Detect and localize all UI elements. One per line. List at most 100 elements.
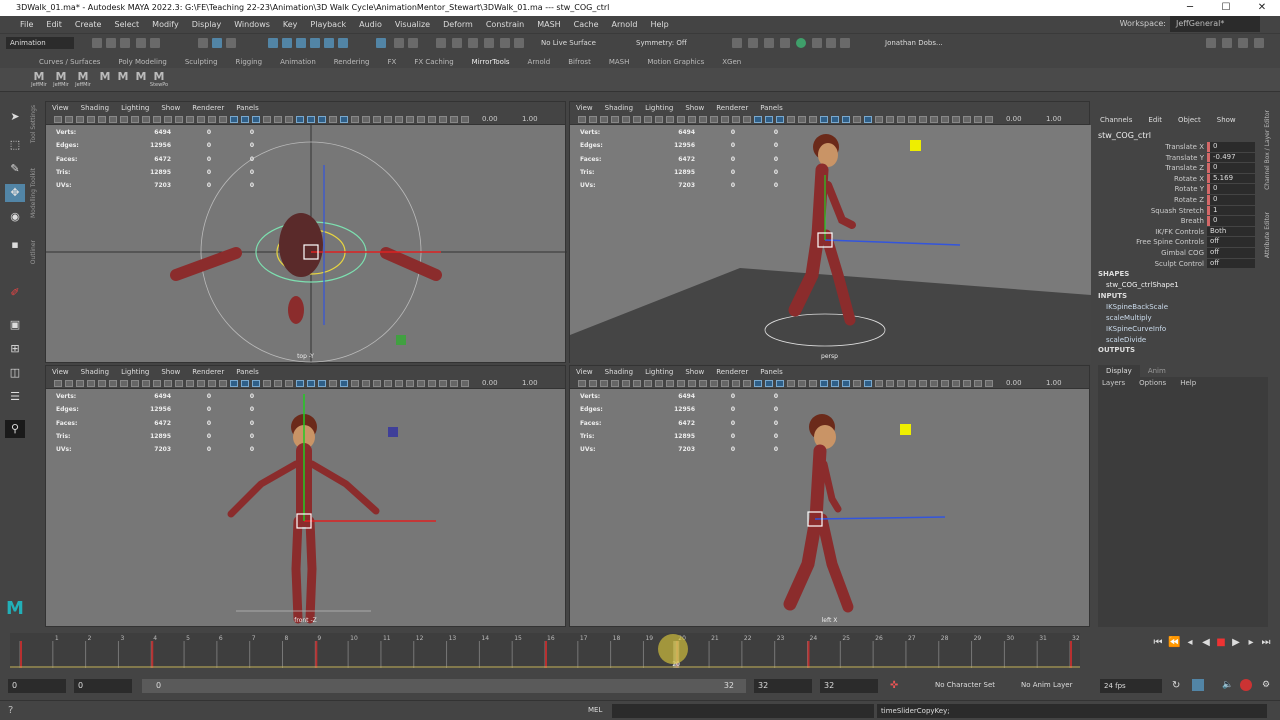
time-slider[interactable]: 1234567891011121314151617181920212223242… xyxy=(0,628,1280,670)
viewport-tool-icon[interactable] xyxy=(197,380,205,387)
viewport-tool-icon[interactable] xyxy=(842,380,850,387)
channel-value[interactable]: 5.169 xyxy=(1207,173,1255,184)
viewport-tool-icon[interactable] xyxy=(655,380,663,387)
menu-mash[interactable]: MASH xyxy=(537,20,560,29)
viewport-tool-icon[interactable] xyxy=(208,380,216,387)
snap-view-plane-icon[interactable] xyxy=(324,38,334,48)
viewport-tool-icon[interactable] xyxy=(285,380,293,387)
viewport-tool-icon[interactable] xyxy=(362,116,370,123)
shelf-mirror-tool-1[interactable]: M JeffMir xyxy=(28,71,50,88)
vp-menu-shading[interactable]: Shading xyxy=(81,366,109,378)
key-mode-icon[interactable] xyxy=(1240,679,1252,691)
viewport-tool-icon[interactable] xyxy=(230,116,238,123)
redo-icon[interactable] xyxy=(150,38,160,48)
shelf-tab-fx-caching[interactable]: FX Caching xyxy=(405,56,462,68)
channel-value[interactable]: 0 xyxy=(1207,163,1255,173)
viewport-tool-icon[interactable] xyxy=(963,116,971,123)
viewport-tool-icon[interactable] xyxy=(98,116,106,123)
viewport-tool-icon[interactable] xyxy=(461,380,469,387)
select-object-icon[interactable] xyxy=(212,38,222,48)
show-manipulator-icon[interactable]: ✐ xyxy=(5,284,25,302)
viewport-tool-icon[interactable] xyxy=(677,380,685,387)
viewport-tool-icon[interactable] xyxy=(307,380,315,387)
render-sequence-icon[interactable] xyxy=(452,38,462,48)
cb-menu-show[interactable]: Show xyxy=(1217,116,1236,124)
viewport-tool-icon[interactable] xyxy=(76,116,84,123)
shape-node[interactable]: stw_COG_ctrlShape1 xyxy=(1106,281,1179,289)
shelf-tab-xgen[interactable]: XGen xyxy=(713,56,750,68)
viewport-tool-icon[interactable] xyxy=(296,116,304,123)
layer-menu-layers[interactable]: Layers xyxy=(1102,379,1125,387)
shelf-mirror-tool-2[interactable]: M JeffMir xyxy=(50,71,72,88)
viewport-tool-icon[interactable] xyxy=(930,380,938,387)
viewport-canvas[interactable]: Verts: 6494 0 0 Edges: 12956 0 0 Faces: 6472 0 0 … xyxy=(46,389,565,628)
shelf-mirror-tool-3[interactable]: M JeffMir xyxy=(72,71,94,88)
cb-menu-edit[interactable]: Edit xyxy=(1148,116,1162,124)
lock-icon[interactable] xyxy=(394,38,404,48)
viewport-tool-icon[interactable] xyxy=(985,380,993,387)
rotate-tool-icon[interactable]: ◉ xyxy=(5,208,25,226)
gamma-field[interactable]: 1.00 xyxy=(522,114,538,125)
go-to-end-icon[interactable]: ⏭ xyxy=(1260,637,1272,649)
channel-row[interactable]: Rotate X 5.169 xyxy=(1092,173,1256,185)
vp-menu-renderer[interactable]: Renderer xyxy=(192,102,224,114)
step-back-frame-icon[interactable]: ◂ xyxy=(1184,637,1196,649)
viewport-tool-icon[interactable] xyxy=(600,116,608,123)
viewport-tool-icon[interactable] xyxy=(417,116,425,123)
channel-row[interactable]: Translate X0 xyxy=(1092,142,1256,153)
viewport-tool-icon[interactable] xyxy=(952,116,960,123)
viewport-tool-icon[interactable] xyxy=(809,116,817,123)
vp-menu-shading[interactable]: Shading xyxy=(605,102,633,114)
viewport-tool-icon[interactable] xyxy=(450,380,458,387)
viewport-tool-icon[interactable] xyxy=(439,116,447,123)
viewport-tool-icon[interactable] xyxy=(142,116,150,123)
viewport-tool-icon[interactable] xyxy=(395,380,403,387)
viewport-tool-icon[interactable] xyxy=(450,116,458,123)
vp-menu-lighting[interactable]: Lighting xyxy=(121,366,149,378)
vp-menu-show[interactable]: Show xyxy=(685,102,704,114)
channel-value[interactable]: off xyxy=(1207,258,1255,269)
menu-key[interactable]: Key xyxy=(283,20,298,29)
viewport-tool-icon[interactable] xyxy=(252,116,260,123)
tool-settings-icon[interactable] xyxy=(1238,38,1248,48)
viewport-tool-icon[interactable] xyxy=(886,116,894,123)
viewport-tool-icon[interactable] xyxy=(153,380,161,387)
loop-icon[interactable]: ↻ xyxy=(1172,680,1180,691)
pause-render-icon[interactable] xyxy=(840,38,850,48)
two-view-icon[interactable]: ◫ xyxy=(5,364,25,382)
channel-row[interactable]: Rotate Z0 xyxy=(1092,195,1256,206)
maximize-button[interactable]: ☐ xyxy=(1208,0,1244,16)
anim-layer-dropdown[interactable]: No Anim Layer xyxy=(1021,681,1072,689)
open-scene-icon[interactable] xyxy=(106,38,116,48)
paint-select-icon[interactable]: ✎ xyxy=(5,160,25,178)
vp-menu-view[interactable]: View xyxy=(52,102,69,114)
channel-value[interactable]: 0 xyxy=(1207,195,1255,205)
viewport-tool-icon[interactable] xyxy=(600,380,608,387)
menu-help[interactable]: Help xyxy=(650,20,668,29)
single-perspective-icon[interactable]: ▣ xyxy=(5,316,25,334)
vp-menu-panels[interactable]: Panels xyxy=(236,102,259,114)
viewport-tool-icon[interactable] xyxy=(985,116,993,123)
viewport-tool-icon[interactable] xyxy=(633,380,641,387)
viewport-tool-icon[interactable] xyxy=(351,116,359,123)
viewport-tool-icon[interactable] xyxy=(765,116,773,123)
viewport-tool-icon[interactable] xyxy=(384,380,392,387)
viewport-tool-icon[interactable] xyxy=(897,116,905,123)
viewport-tool-icon[interactable] xyxy=(120,116,128,123)
time-slider-track[interactable]: 1234567891011121314151617181920212223242… xyxy=(10,633,1080,668)
viewport-tool-icon[interactable] xyxy=(120,380,128,387)
auto-key-icon[interactable] xyxy=(1192,679,1204,691)
viewport-tool-icon[interactable] xyxy=(908,116,916,123)
viewport-tool-icon[interactable] xyxy=(930,116,938,123)
vp-menu-lighting[interactable]: Lighting xyxy=(121,102,149,114)
viewport-tool-icon[interactable] xyxy=(754,116,762,123)
viewport-tool-icon[interactable] xyxy=(732,380,740,387)
shelf-tab-bifrost[interactable]: Bifrost xyxy=(559,56,600,68)
step-back-key-icon[interactable]: ⏪ xyxy=(1168,637,1180,649)
ipr-render-icon[interactable] xyxy=(468,38,478,48)
channel-value[interactable]: Both xyxy=(1207,226,1255,237)
viewport-tool-icon[interactable] xyxy=(252,380,260,387)
save-scene-icon[interactable] xyxy=(120,38,130,48)
outliner-tab[interactable]: Outliner xyxy=(30,240,37,264)
viewport-tool-icon[interactable] xyxy=(633,116,641,123)
